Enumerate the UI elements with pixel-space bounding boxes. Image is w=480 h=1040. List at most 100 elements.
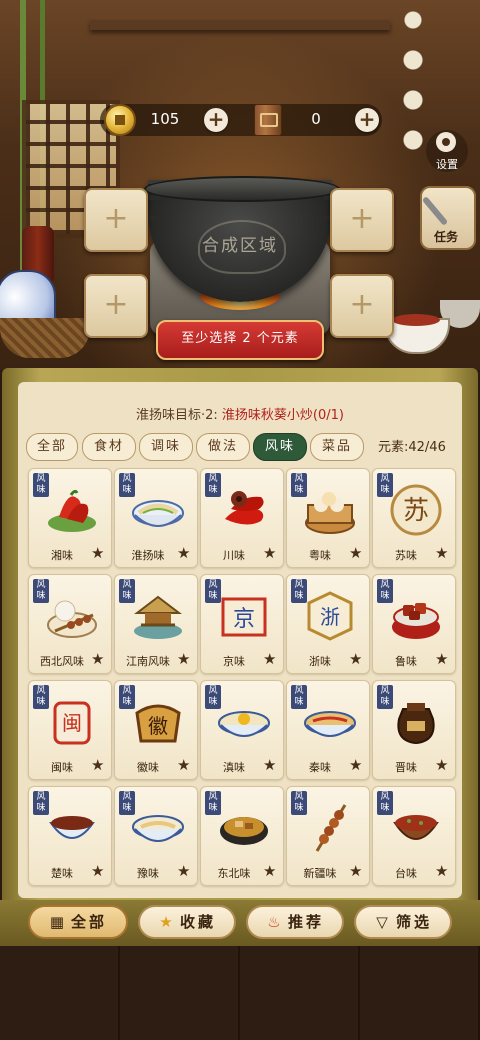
book-count: 0 — [311, 110, 321, 128]
favorite-star-icon[interactable]: ★ — [91, 545, 107, 561]
flavor-card[interactable]: 风味 西北风味 ★ — [28, 574, 112, 674]
flavor-card[interactable]: 风味 晋味 ★ — [372, 680, 456, 780]
dim-sum-steamer-icon — [303, 483, 357, 537]
svg-text:苏: 苏 — [403, 496, 429, 526]
favorites-button[interactable]: ★ 收藏 — [138, 905, 236, 939]
tab-ingredients[interactable]: 食材 — [82, 433, 136, 461]
grid-icon: ▦ — [49, 913, 65, 931]
goal-prefix: 淮扬味目标·2: — [136, 408, 222, 423]
flavor-card[interactable]: 风味京京味 ★ — [200, 574, 284, 674]
noodle-bowl-icon — [131, 483, 185, 537]
favorite-star-icon[interactable]: ★ — [263, 863, 279, 879]
flavor-name: 台味 — [395, 867, 417, 880]
ingredient-slot-2[interactable]: + — [330, 188, 394, 252]
svg-text:浙: 浙 — [320, 605, 340, 629]
wooden-floor — [0, 946, 480, 1040]
favorite-star-icon[interactable]: ★ — [349, 651, 365, 667]
tab-dishes[interactable]: 菜品 — [310, 433, 364, 461]
jing-scroll-icon: 京 — [217, 589, 271, 643]
favorite-star-icon[interactable]: ★ — [349, 863, 365, 879]
element-count: 元素:42/46 — [378, 440, 446, 455]
flavor-name: 滇味 — [223, 761, 245, 774]
favorite-star-icon[interactable]: ★ — [177, 757, 193, 773]
flavor-name: 京味 — [223, 655, 245, 668]
favorite-star-icon[interactable]: ★ — [349, 545, 365, 561]
flavor-card[interactable]: 风味 东北味 ★ — [200, 786, 284, 886]
favorite-star-icon[interactable]: ★ — [177, 863, 193, 879]
flavor-name: 东北味 — [217, 867, 251, 880]
ingredient-slot-3[interactable]: + — [84, 274, 148, 338]
favorite-star-icon[interactable]: ★ — [349, 757, 365, 773]
flavor-card[interactable]: 风味 楚味 ★ — [28, 786, 112, 886]
favorite-star-icon[interactable]: ★ — [263, 545, 279, 561]
favorite-star-icon[interactable]: ★ — [435, 863, 451, 879]
tab-methods[interactable]: 做法 — [196, 433, 250, 461]
plus-icon: + — [103, 287, 129, 322]
lamb-skewer-icon — [303, 801, 357, 855]
flavor-card[interactable]: 风味徽徽味 ★ — [114, 680, 198, 780]
flame-icon: ♨ — [267, 913, 281, 931]
kitchen-background: 合成区域 — [0, 0, 480, 370]
wooden-shelf — [90, 20, 390, 30]
recipe-book-icon — [254, 104, 282, 136]
filter-label: 筛选 — [395, 913, 432, 931]
favorite-star-icon[interactable]: ★ — [263, 757, 279, 773]
select-hint-banner: 至少选择 2 个元素 — [156, 320, 324, 360]
favorite-star-icon[interactable]: ★ — [91, 757, 107, 773]
favorite-star-icon[interactable]: ★ — [177, 651, 193, 667]
filter-all-button[interactable]: ▦ 全部 — [28, 905, 128, 939]
flavor-card[interactable]: 风味 秦味 ★ — [286, 680, 370, 780]
vinegar-jar-icon — [389, 695, 443, 749]
flavor-card[interactable]: 风味浙浙味 ★ — [286, 574, 370, 674]
favorite-star-icon[interactable]: ★ — [435, 545, 451, 561]
flavor-card[interactable]: 风味 滇味 ★ — [200, 680, 284, 780]
flavor-card[interactable]: 风味 江南风味 ★ — [114, 574, 198, 674]
flavor-card[interactable]: 风味 台味 ★ — [372, 786, 456, 886]
flavor-name: 闽味 — [51, 761, 73, 774]
add-coins-button[interactable]: + — [204, 108, 228, 132]
garlic-string — [396, 0, 430, 200]
tab-all[interactable]: 全部 — [26, 433, 78, 461]
tab-flavors[interactable]: 风味 — [253, 433, 307, 461]
gear-icon — [436, 132, 456, 152]
zhe-badge-icon: 浙 — [303, 589, 357, 643]
favorite-star-icon[interactable]: ★ — [435, 651, 451, 667]
plus-icon: + — [103, 201, 129, 236]
hui-noodle-bowl-icon — [131, 801, 185, 855]
goal-title: 淮扬味目标·2: 淮扬味秋葵小炒(0/1) — [18, 404, 462, 423]
filter-button[interactable]: ▽ 筛选 — [354, 905, 452, 939]
ingredient-slot-4[interactable]: + — [330, 274, 394, 338]
plus-icon: + — [349, 287, 375, 322]
flavor-name: 秦味 — [309, 761, 331, 774]
flavor-name: 楚味 — [51, 867, 73, 880]
flavor-name: 豫味 — [137, 867, 159, 880]
favorite-star-icon[interactable]: ★ — [177, 545, 193, 561]
goal-dish: 淮扬味秋葵小炒(0/1) — [221, 408, 344, 423]
flavor-card[interactable]: 风味 鲁味 ★ — [372, 574, 456, 674]
flavor-card[interactable]: 风味闽闽味 ★ — [28, 680, 112, 780]
flavor-name: 淮扬味 — [131, 549, 165, 562]
task-label: 任务 — [433, 230, 458, 244]
flavor-card[interactable]: 风味 粤味 ★ — [286, 468, 370, 568]
flavor-name: 新疆味 — [303, 867, 337, 880]
recommend-button[interactable]: ♨ 推荐 — [246, 905, 344, 939]
flavor-card[interactable]: 风味 淮扬味 ★ — [114, 468, 198, 568]
favorite-star-icon[interactable]: ★ — [263, 651, 279, 667]
flavor-card[interactable]: 风味 豫味 ★ — [114, 786, 198, 886]
flavor-card[interactable]: 风味 湘味 ★ — [28, 468, 112, 568]
favorite-star-icon[interactable]: ★ — [435, 757, 451, 773]
favorite-star-icon[interactable]: ★ — [91, 651, 107, 667]
favorite-star-icon[interactable]: ★ — [91, 863, 107, 879]
flavor-card[interactable]: 风味 川味 ★ — [200, 468, 284, 568]
ingredient-slot-1[interactable]: + — [84, 188, 148, 252]
vegetable-basket — [0, 318, 90, 358]
tab-seasoning[interactable]: 调味 — [139, 433, 193, 461]
rice-noodle-bowl-icon — [217, 695, 271, 749]
add-books-button[interactable]: + — [355, 108, 379, 132]
braised-pork-icon — [389, 589, 443, 643]
hui-tag-icon: 徽 — [131, 695, 185, 749]
flavor-card[interactable]: 风味 新疆味 ★ — [286, 786, 370, 886]
flavor-card[interactable]: 风味苏苏味 ★ — [372, 468, 456, 568]
flavor-name: 徽味 — [137, 761, 159, 774]
red-chili-icon — [45, 483, 99, 537]
